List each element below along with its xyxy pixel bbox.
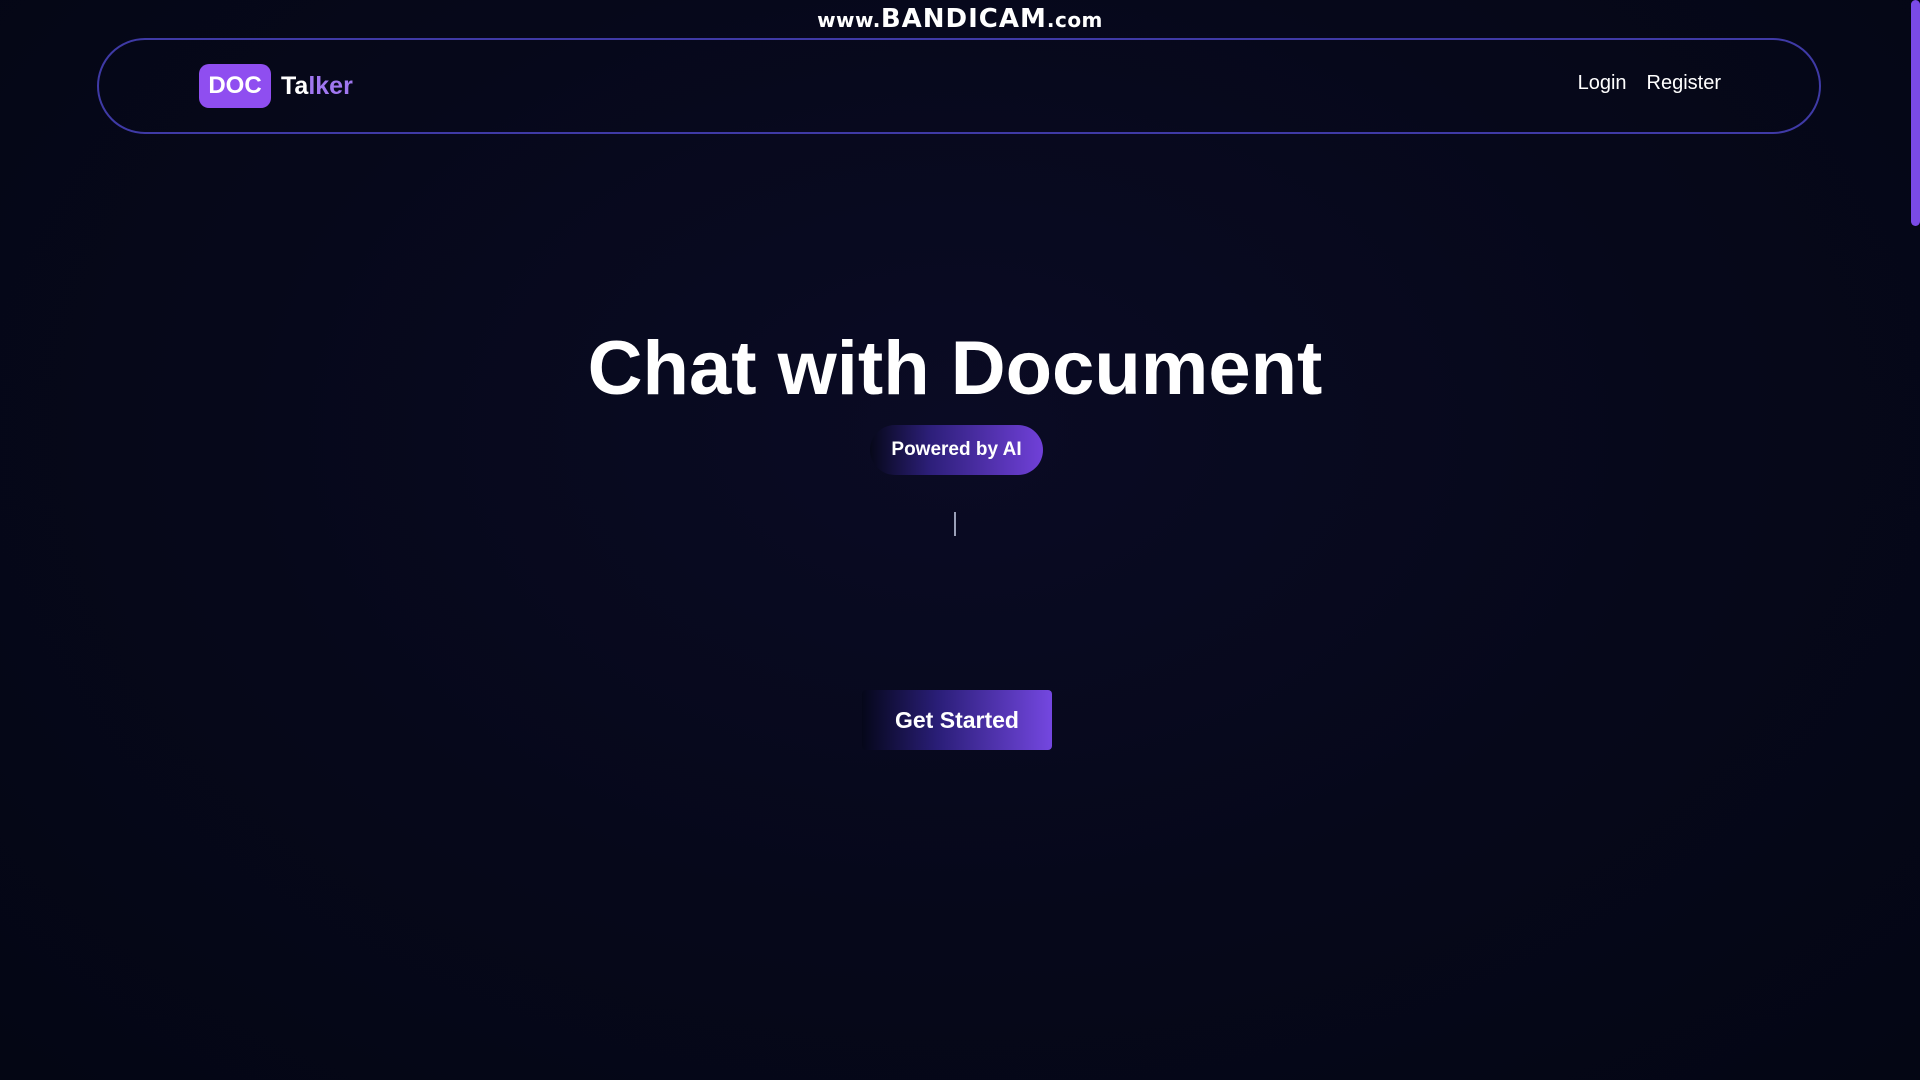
watermark-prefix: www. bbox=[817, 8, 881, 32]
typing-cursor bbox=[954, 512, 956, 536]
logo-badge: DOC bbox=[199, 64, 271, 108]
get-started-button[interactable]: Get Started bbox=[862, 690, 1052, 750]
logo-word-start: Ta bbox=[281, 71, 309, 100]
register-link[interactable]: Register bbox=[1647, 72, 1721, 95]
landing-page: www.BANDICAM.com DOC Talker Login Regist… bbox=[0, 0, 1920, 1080]
login-link[interactable]: Login bbox=[1578, 72, 1627, 95]
hero-title: Chat with Document bbox=[587, 326, 1323, 411]
watermark-brand: BANDICAM bbox=[880, 4, 1047, 34]
recorder-watermark: www.BANDICAM.com bbox=[0, 4, 1920, 34]
page-scrollbar-thumb[interactable] bbox=[1911, 0, 1920, 226]
nav-links: Login Register bbox=[1578, 72, 1721, 95]
watermark-suffix: .com bbox=[1046, 8, 1103, 32]
top-navbar: DOC Talker Login Register bbox=[97, 38, 1821, 134]
logo-wordmark: Talker bbox=[281, 72, 353, 101]
powered-by-badge: Powered by AI bbox=[870, 425, 1043, 475]
site-logo[interactable]: DOC Talker bbox=[199, 64, 353, 108]
logo-word-accent: lker bbox=[308, 71, 353, 100]
